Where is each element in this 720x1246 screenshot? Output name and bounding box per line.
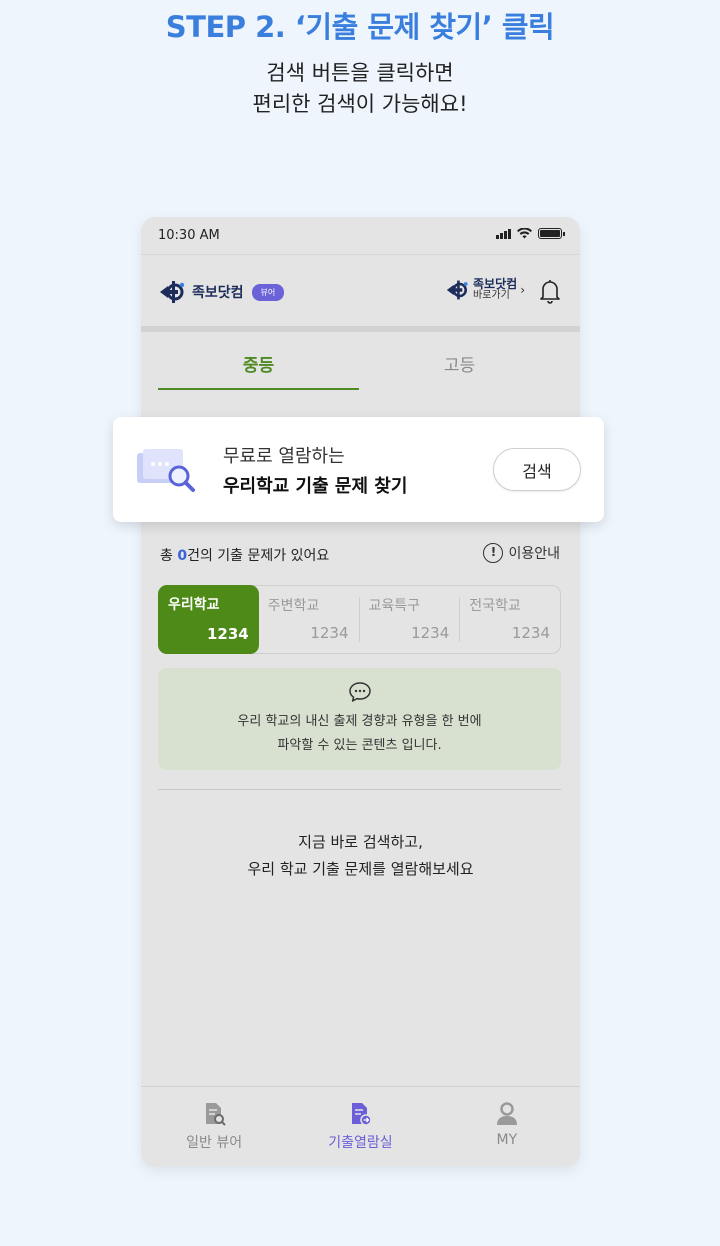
school-tab-label: 우리학교 <box>168 597 220 613</box>
count-suffix: 건의 기출 문제가 있어요 <box>187 548 330 564</box>
nav-label: 일반 뷰어 <box>186 1135 243 1151</box>
nav-item-my[interactable]: MY <box>434 1087 580 1167</box>
user-icon <box>496 1102 517 1125</box>
phone-frame: 10:30 AM 족보닷컴 뷰어 족보닷컴 바로가기 › 중등 고등 총 0건의… <box>141 217 580 1167</box>
notice-text: 우리 학교의 내신 출제 경향과 유형을 한 번에 파악할 수 있는 콘텐츠 입… <box>158 710 561 758</box>
document-arrow-icon <box>352 1103 373 1126</box>
school-tab-count: 1234 <box>411 624 450 642</box>
jokbo-logo-icon <box>160 281 185 303</box>
app-logo-text: 족보닷컴 <box>192 285 244 301</box>
shortcut-name: 족보닷컴 <box>473 277 518 291</box>
notice-line-2: 파악할 수 있는 콘텐츠 입니다. <box>277 738 442 753</box>
empty-state-message: 지금 바로 검색하고, 우리 학교 기출 문제를 열람해보세요 <box>141 829 580 883</box>
school-tab-nearby[interactable]: 주변학교 1234 <box>258 586 359 653</box>
school-tab-label: 주변학교 <box>267 598 320 614</box>
count-prefix: 총 <box>160 548 178 564</box>
status-icons <box>496 228 565 239</box>
jokbo-logo-icon <box>446 280 468 300</box>
app-logo[interactable]: 족보닷컴 뷰어 <box>158 278 285 306</box>
step-description-line-2: 편리한 검색이 가능해요! <box>252 92 468 116</box>
search-document-icon <box>137 449 195 492</box>
usage-guide-link[interactable]: ! 이용안내 <box>483 543 560 563</box>
school-tab-count: 1234 <box>511 624 550 642</box>
cellular-signal-icon <box>496 228 511 239</box>
search-card-title: 우리학교 기출 문제 찾기 <box>223 476 408 497</box>
chat-bubble-icon <box>349 682 371 702</box>
battery-icon <box>538 228 565 239</box>
search-card-subtitle: 무료로 열람하는 <box>223 446 345 467</box>
step-title: STEP 2. ‘기출 문제 찾기’ 클릭 <box>165 10 555 44</box>
nav-label: 기출열람실 <box>328 1135 393 1151</box>
school-tab-my-school[interactable]: 우리학교 1234 <box>158 585 259 654</box>
chevron-right-icon: › <box>520 283 525 297</box>
school-tab-count: 1234 <box>310 624 349 642</box>
nav-label: MY <box>496 1132 518 1148</box>
wifi-icon <box>517 228 532 239</box>
status-bar: 10:30 AM <box>141 217 580 255</box>
shortcut-sub: 바로가기 <box>473 290 510 301</box>
exam-count-summary: 총 0건의 기출 문제가 있어요 <box>160 545 329 565</box>
bottom-navigation: 일반 뷰어 기출열람실 MY <box>141 1086 580 1167</box>
status-time: 10:30 AM <box>158 228 220 243</box>
info-notice: 우리 학교의 내신 출제 경향과 유형을 한 번에 파악할 수 있는 콘텐츠 입… <box>158 668 561 770</box>
viewer-badge: 뷰어 <box>251 283 285 301</box>
jokbo-shortcut-link[interactable]: 족보닷컴 바로가기 › <box>445 278 525 302</box>
empty-state-line-2: 우리 학교 기출 문제를 열람해보세요 <box>247 860 474 878</box>
school-tab-label: 교육특구 <box>368 598 421 614</box>
shortcut-texts: 족보닷컴 바로가기 <box>473 278 517 302</box>
school-tab-count: 1234 <box>207 625 249 643</box>
level-tabs: 중등 고등 <box>158 332 560 390</box>
usage-guide-label: 이용안내 <box>508 546 560 562</box>
exam-search-card: 무료로 열람하는 우리학교 기출 문제 찾기 검색 <box>113 417 604 522</box>
tab-high-school[interactable]: 고등 <box>359 332 560 390</box>
step-description: 검색 버튼을 클릭하면 편리한 검색이 가능해요! <box>0 58 720 120</box>
app-bar: 족보닷컴 뷰어 족보닷컴 바로가기 › <box>141 256 580 326</box>
empty-state-line-1: 지금 바로 검색하고, <box>298 833 423 851</box>
nav-item-general-viewer[interactable]: 일반 뷰어 <box>141 1087 287 1167</box>
school-tab-label: 전국학교 <box>469 598 521 614</box>
nav-item-exam-room[interactable]: 기출열람실 <box>287 1087 433 1167</box>
exam-count: 0 <box>177 548 188 564</box>
school-tab-education-district[interactable]: 교육특구 1234 <box>358 586 460 653</box>
content-divider <box>158 789 561 790</box>
document-search-icon <box>206 1103 226 1126</box>
search-button[interactable]: 검색 <box>493 448 581 491</box>
bell-icon[interactable] <box>538 278 562 304</box>
notice-line-1: 우리 학교의 내신 출제 경향과 유형을 한 번에 <box>237 714 482 729</box>
info-icon: ! <box>483 543 504 563</box>
school-tab-nationwide[interactable]: 전국학교 1234 <box>459 586 560 653</box>
school-filter-tabs: 우리학교 1234 주변학교 1234 교육특구 1234 전국학교 1234 <box>158 585 561 654</box>
tab-middle-school[interactable]: 중등 <box>158 332 359 390</box>
step-description-line-1: 검색 버튼을 클릭하면 <box>266 61 454 85</box>
